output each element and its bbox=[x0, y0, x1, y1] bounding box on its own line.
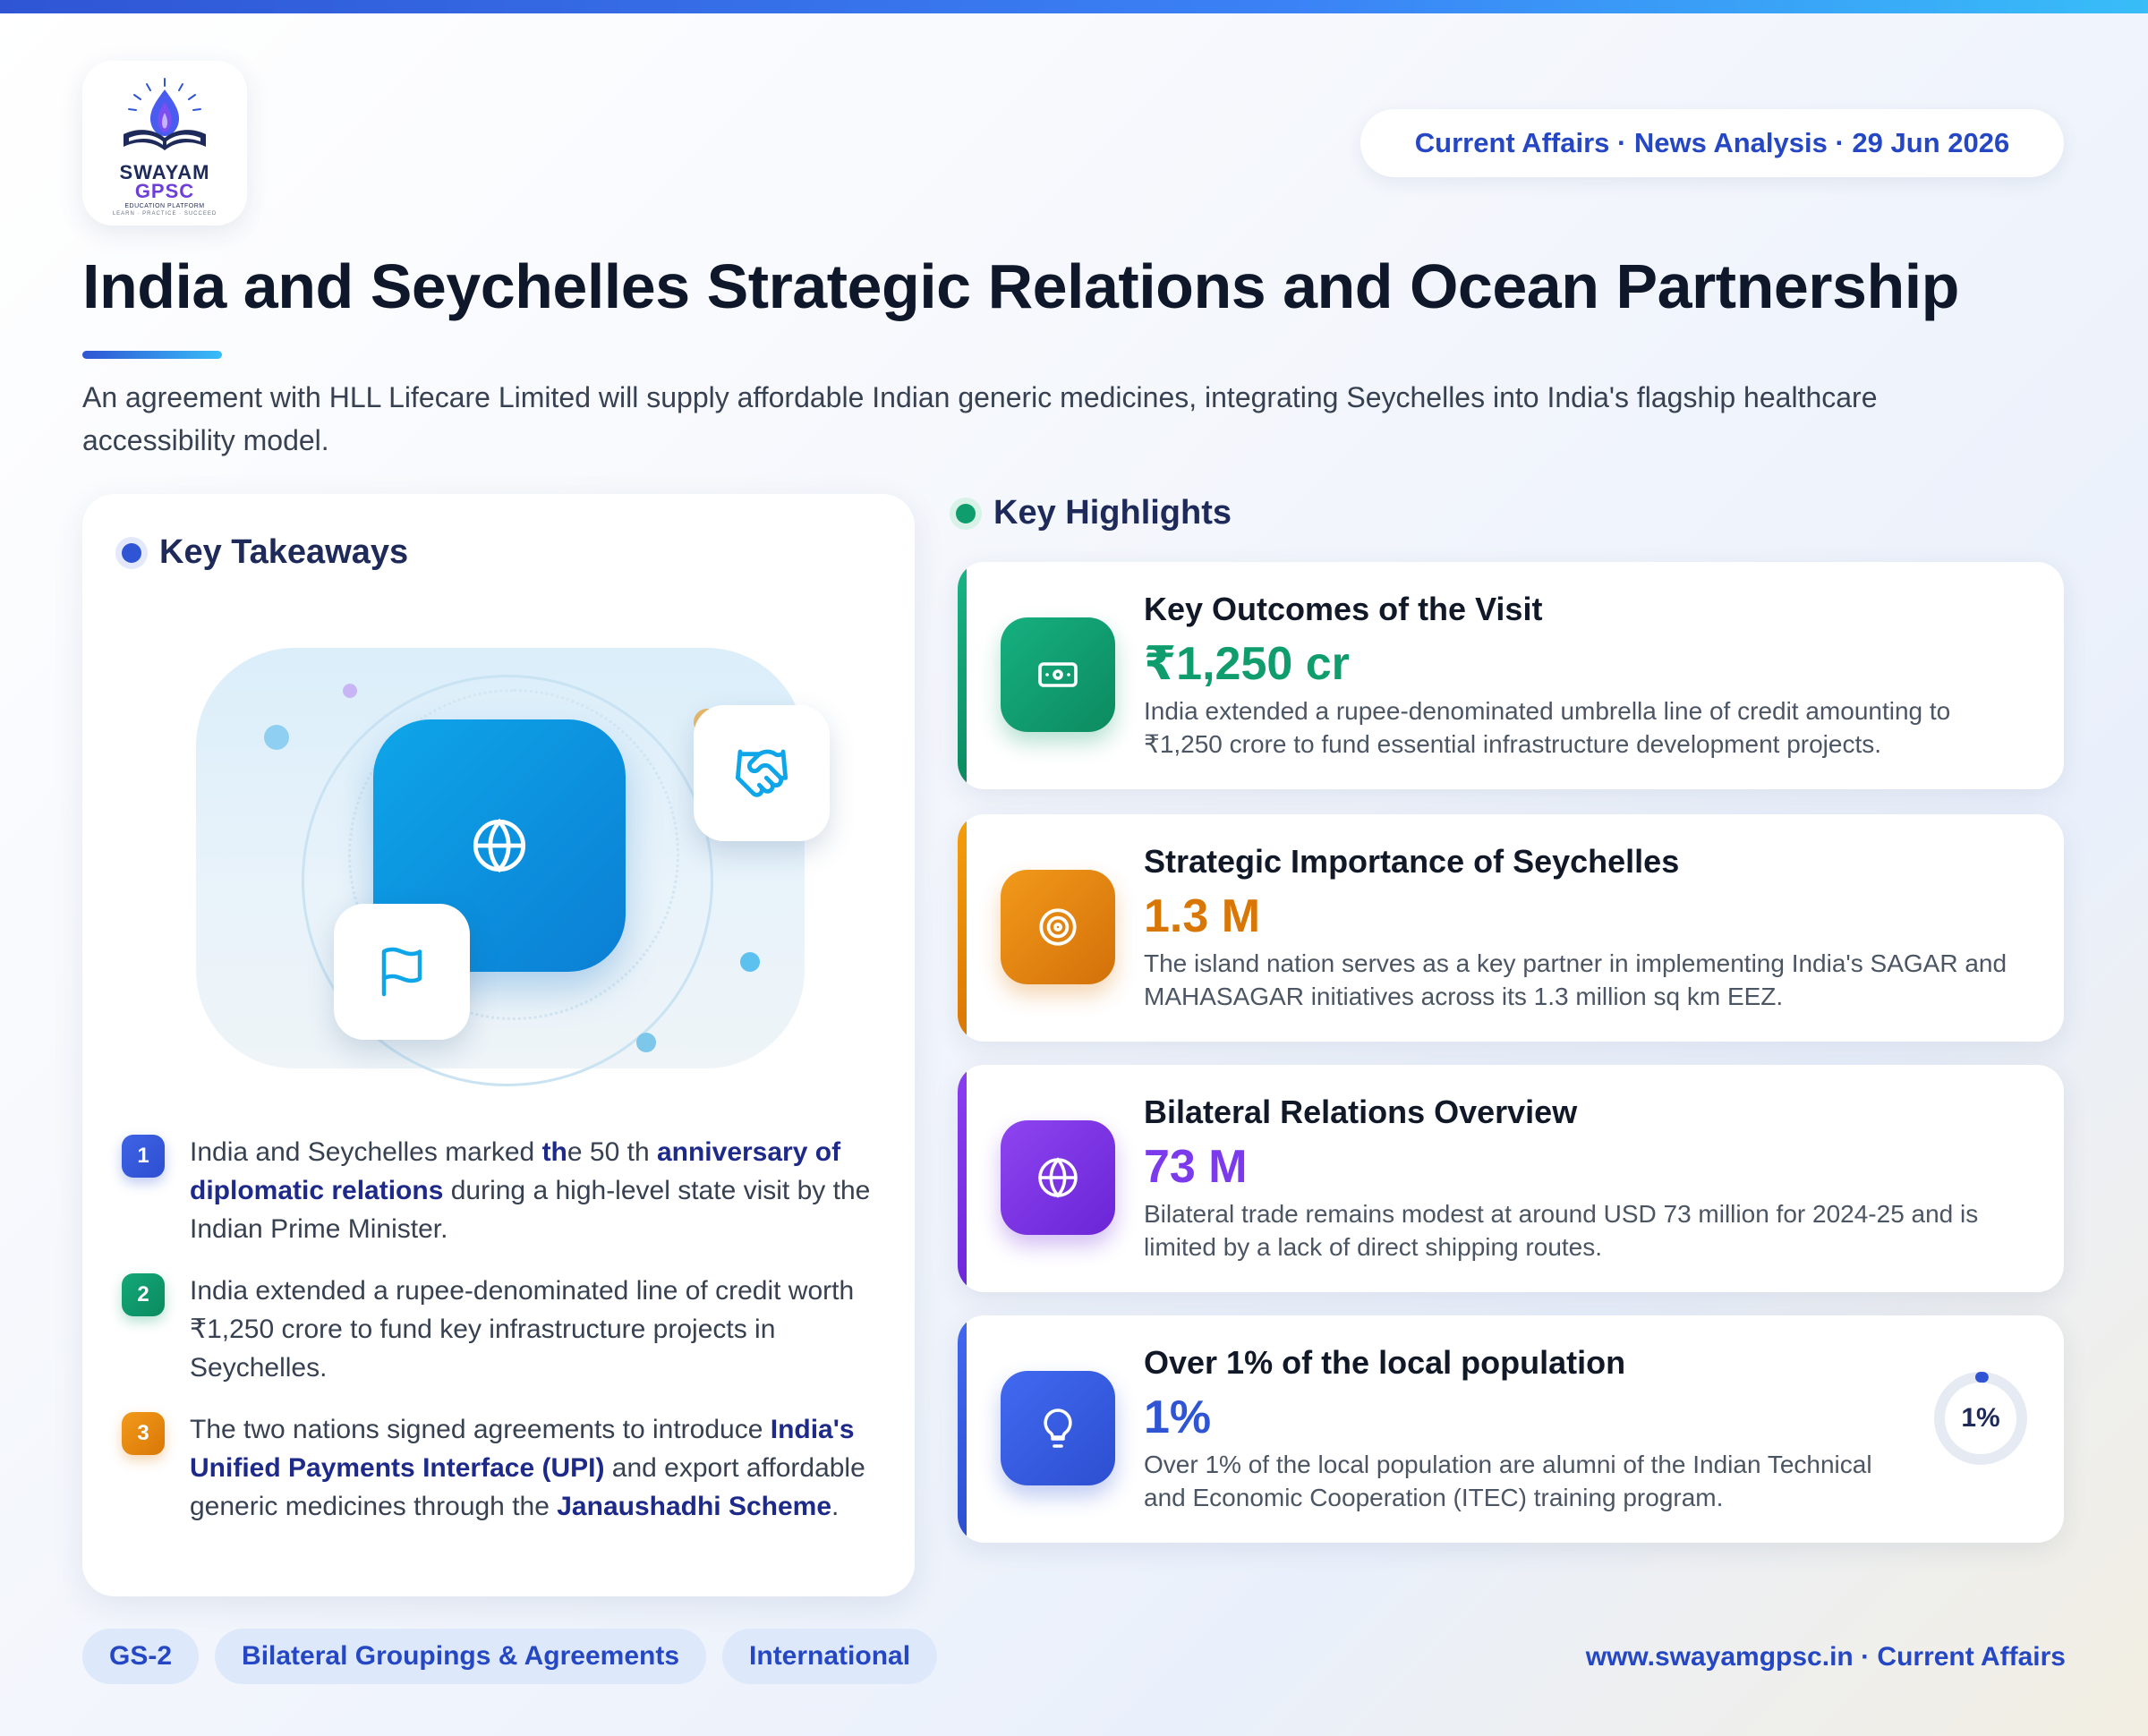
card-icon-tile bbox=[1001, 1371, 1115, 1485]
money-icon bbox=[1038, 662, 1078, 687]
takeaway-text: India extended a rupee-denominated line … bbox=[190, 1276, 855, 1383]
illustration bbox=[196, 648, 830, 1086]
card-accent-bar bbox=[958, 562, 967, 789]
item-number-badge: 1 bbox=[122, 1135, 165, 1178]
text-segment: The two nations signed agreements to int… bbox=[190, 1415, 771, 1444]
highlight-card-outcomes: Key Outcomes of the Visit ₹1,250 cr Indi… bbox=[958, 562, 2064, 789]
tag-gs2[interactable]: GS-2 bbox=[82, 1629, 200, 1684]
text-segment: . bbox=[831, 1492, 840, 1521]
top-accent-bar bbox=[0, 0, 2148, 13]
text-segment: e 50 th bbox=[567, 1137, 657, 1167]
card-icon-tile bbox=[1001, 870, 1115, 984]
bubble-decoration bbox=[636, 1033, 656, 1052]
card-value: ₹1,250 cr bbox=[1144, 638, 1350, 690]
card-title: Over 1% of the local population bbox=[1144, 1344, 1626, 1381]
key-takeaways-card: Key Takeaways 1 India and Seychelles mar… bbox=[82, 494, 915, 1596]
flag-tile bbox=[334, 904, 470, 1040]
key-takeaways-heading-label: Key Takeaways bbox=[159, 533, 409, 571]
item-number-badge: 3 bbox=[122, 1412, 165, 1455]
card-description: India extended a rupee-denominated umbre… bbox=[1144, 697, 1951, 758]
title-underline bbox=[82, 351, 222, 359]
target-icon bbox=[1039, 908, 1077, 946]
globe-icon bbox=[473, 818, 526, 873]
highlight-card-strategic: Strategic Importance of Seychelles 1.3 M… bbox=[958, 814, 2064, 1042]
card-description: Over 1% of the local population are alum… bbox=[1144, 1451, 1872, 1511]
site-footer[interactable]: www.swayamgpsc.in · Current Affairs bbox=[1586, 1642, 2066, 1672]
heading-dot-icon bbox=[956, 503, 976, 523]
card-accent-bar bbox=[958, 814, 967, 1042]
flag-icon bbox=[381, 947, 422, 997]
takeaways-list: 1 India and Seychelles marked the 50 th … bbox=[122, 1133, 882, 1549]
page-title: India and Seychelles Strategic Relations… bbox=[82, 251, 1959, 321]
handshake-tile bbox=[694, 705, 830, 841]
heading-dot-icon bbox=[122, 542, 141, 563]
bubble-decoration bbox=[343, 684, 357, 698]
card-title: Key Outcomes of the Visit bbox=[1144, 591, 1543, 627]
book-flame-icon bbox=[124, 78, 206, 150]
bubble-decoration bbox=[264, 725, 289, 750]
tag-international[interactable]: International bbox=[722, 1629, 938, 1684]
brand-logo: SWAYAM GPSC EDUCATION PLATFORM LEARN · P… bbox=[82, 61, 247, 226]
logo-text-gpsc: GPSC bbox=[134, 180, 195, 202]
card-value: 73 M bbox=[1144, 1141, 1248, 1193]
card-title: Strategic Importance of Seychelles bbox=[1144, 843, 1680, 880]
lightbulb-icon bbox=[1044, 1408, 1072, 1448]
date-pill: Current Affairs · News Analysis · 29 Jun… bbox=[1360, 109, 2064, 177]
card-value: 1.3 M bbox=[1144, 890, 1261, 942]
key-takeaways-heading: Key Takeaways bbox=[122, 533, 408, 572]
tag-bilateral[interactable]: Bilateral Groupings & Agreements bbox=[215, 1629, 707, 1684]
card-description: The island nation serves as a key partne… bbox=[1144, 949, 2007, 1010]
logo-motto: LEARN · PRACTICE · SUCCEED bbox=[112, 211, 217, 217]
key-highlights-heading-label: Key Highlights bbox=[993, 494, 1232, 532]
card-icon-tile bbox=[1001, 1120, 1115, 1235]
progress-ring: 1% bbox=[1931, 1369, 2030, 1468]
card-title: Bilateral Relations Overview bbox=[1144, 1094, 1578, 1130]
key-highlights-heading: Key Highlights bbox=[956, 494, 1232, 532]
item-number-badge: 2 bbox=[122, 1273, 165, 1316]
text-highlight: Janaushadhi Scheme bbox=[557, 1492, 832, 1521]
list-item: 1 India and Seychelles marked the 50 th … bbox=[122, 1133, 882, 1248]
text-highlight: th bbox=[541, 1137, 567, 1167]
topic-tags: GS-2 Bilateral Groupings & Agreements In… bbox=[82, 1629, 938, 1684]
progress-ring-label: 1% bbox=[1961, 1403, 2000, 1433]
takeaway-text: The two nations signed agreements to int… bbox=[190, 1410, 882, 1526]
card-value: 1% bbox=[1144, 1391, 1212, 1443]
page-subtitle: An agreement with HLL Lifecare Limited w… bbox=[82, 381, 1878, 456]
card-accent-bar bbox=[958, 1065, 967, 1292]
handshake-icon bbox=[735, 749, 788, 797]
logo-tagline: EDUCATION PLATFORM bbox=[124, 203, 205, 209]
highlight-card-bilateral: Bilateral Relations Overview 73 M Bilate… bbox=[958, 1065, 2064, 1292]
bubble-decoration bbox=[740, 952, 760, 972]
card-accent-bar bbox=[958, 1315, 967, 1543]
takeaway-text: India and Seychelles marked the 50 th an… bbox=[190, 1133, 882, 1248]
globe-icon bbox=[1038, 1157, 1078, 1198]
list-item: 3 The two nations signed agreements to i… bbox=[122, 1410, 882, 1526]
card-icon-tile bbox=[1001, 617, 1115, 732]
list-item: 2 India extended a rupee-denominated lin… bbox=[122, 1272, 882, 1387]
highlight-card-itec: Over 1% of the local population 1% Over … bbox=[958, 1315, 2064, 1543]
card-description: Bilateral trade remains modest at around… bbox=[1144, 1200, 1979, 1261]
text-segment: India and Seychelles marked bbox=[190, 1137, 542, 1167]
